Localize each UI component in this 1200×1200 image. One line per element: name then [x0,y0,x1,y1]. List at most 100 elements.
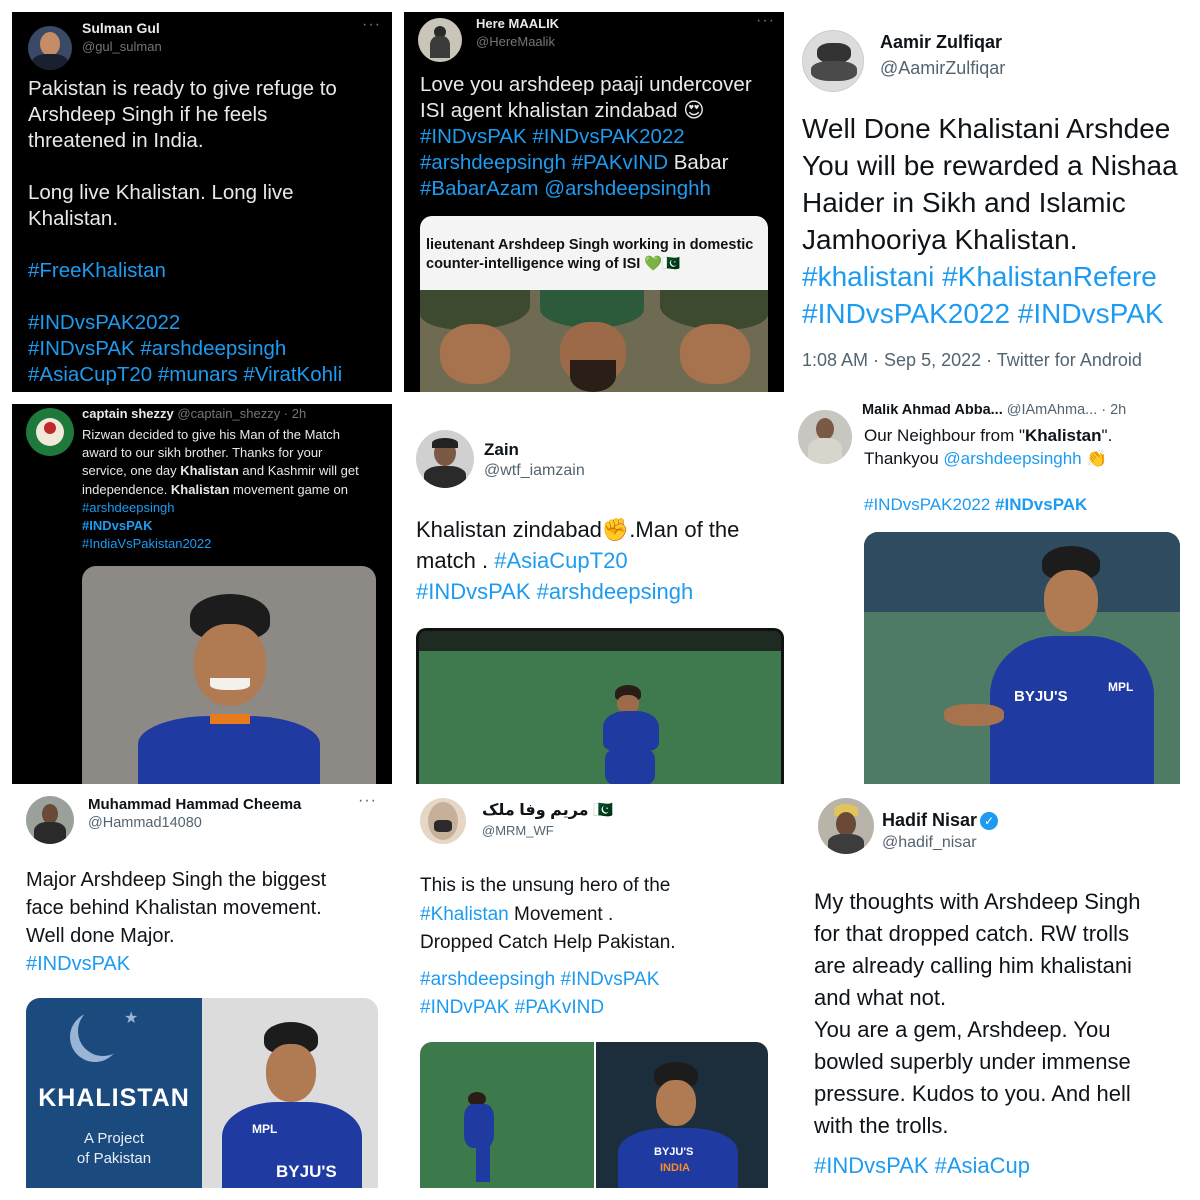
text-fragment: Thankyou [864,449,944,468]
user-handle[interactable]: @AamirZulfiqar [880,58,1005,79]
display-name[interactable]: Hadif Nisar [882,810,977,831]
text-line: This is the unsung hero of the [420,875,671,896]
text-fragment: Khalistan [170,481,230,497]
tweet-mrm-wf: مریم وفا ملک 🇵🇰 @MRM_WF This is the unsu… [404,788,784,1188]
more-options-icon[interactable]: ··· [756,12,775,30]
hashtag-link[interactable]: #INDvsPAK #arshdeepsingh [28,336,388,362]
text-line: Khalistan zindabad✊.Man of the [416,517,740,542]
jersey-sponsor: BYJU'S [276,1162,337,1181]
tweet-text: Well Done Khalistani Arshdee You will be… [802,110,1188,332]
text-line: Major Arshdeep Singh the biggest [26,869,327,891]
text-line: are already calling him khalistani [814,953,1132,978]
avatar[interactable] [420,798,466,844]
user-handle[interactable]: @gul_sulman [82,39,162,54]
more-options-icon[interactable]: ··· [358,792,377,810]
text-fragment: and Kashmir will get [238,463,359,479]
player-photo[interactable] [82,566,376,784]
text-line: You are a gem, Arshdeep. You [814,1017,1111,1042]
text-fragment: Babar [668,151,729,174]
hashtag-link[interactable]: #BabarAzam @arshdeepsinghh [420,176,782,202]
poster-subtitle: of Pakistan [76,1150,152,1167]
hashtag-link[interactable]: #INDvsPAK #INDvsPAK2022 [420,124,782,150]
hashtag-link[interactable]: #INDvsPAK [995,495,1087,514]
timestamp[interactable]: · 2h [1101,404,1126,418]
avatar[interactable] [418,18,462,62]
text-line: Well done Major. [26,925,175,947]
user-handle[interactable]: @IAmAhma... [1007,404,1097,418]
hashtag-link[interactable]: #arshdeepsingh #INDvsPAK [420,966,780,995]
player-photo[interactable]: BYJU'S MPL [864,532,1180,784]
text-fragment: 👏 [1081,449,1108,468]
hashtag-link[interactable]: #INDvsPAK2022 #INDvsPAK [802,295,1188,332]
avatar[interactable] [26,408,74,456]
hashtag-link[interactable]: #arshdeepsingh #PAKvIND [420,151,668,174]
text-line: Khalistan. [28,207,119,230]
hashtag-link[interactable]: #AsiaCupT20 [494,548,627,573]
tweet-sulman-gul: Sulman Gul @gul_sulman ··· Pakistan is r… [12,12,392,392]
text-line: face behind Khalistan movement. [26,897,322,919]
tweet-text: Love you arshdeep paaji undercover ISI a… [420,72,782,202]
match-photo-right[interactable]: BYJU'S INDIA [596,1042,768,1188]
tweet-aamir-zulfiqar: Aamir Zulfiqar @AamirZulfiqar Well Done … [796,12,1188,392]
hashtag-link[interactable]: #IndiaVsPakistan2022 [82,535,388,553]
avatar[interactable] [798,410,852,464]
tweet-hadif-nisar: Hadif Nisar ✓ @hadif_nisar My thoughts w… [796,788,1188,1188]
avatar[interactable] [802,30,864,92]
text-line: with the trolls. [814,1113,949,1138]
text-fragment: Our Neighbour from " [864,426,1025,445]
match-photo[interactable] [416,628,784,784]
user-handle[interactable]: @HereMaalik [476,34,555,49]
hashtag-link[interactable]: #arshdeepsingh [82,499,388,517]
display-name[interactable]: captain shezzy [82,406,174,421]
display-name[interactable]: Here MAALIK [476,16,559,31]
avatar[interactable] [818,798,874,854]
hashtag-link[interactable]: #INDvsPAK [82,517,388,535]
user-handle[interactable]: @wtf_iamzain [484,462,585,480]
mention-link[interactable]: @arshdeepsinghh [943,449,1081,468]
hashtag-link[interactable]: #Khalistan [420,904,509,925]
hashtag-link[interactable]: #khalistani #KhalistanRefere [802,258,1188,295]
meme-caption: lieutenant Arshdeep Singh working in dom… [426,236,766,274]
hashtag-link[interactable]: #INDvsPAK2022 [28,310,388,336]
hashtag-link[interactable]: #INDvsPAK #AsiaCup [814,1150,1186,1182]
user-handle[interactable]: @captain_shezzy · 2h [177,406,306,421]
text-line: Arshdeep Singh if he feels [28,103,268,126]
avatar[interactable] [416,430,474,488]
display-name[interactable]: Sulman Gul [82,20,160,36]
hashtag-link[interactable]: #INDvsPAK #arshdeepsingh [416,576,782,607]
tweet-timestamp[interactable]: 1:08 AM · Sep 5, 2022 · Twitter for Andr… [802,350,1142,371]
text-line: for that dropped catch. RW trolls [814,921,1130,946]
text-line: Haider in Sikh and Islamic [802,187,1126,218]
match-photo-left[interactable] [420,1042,594,1188]
display-name[interactable]: Malik Ahmad Abba... [862,404,1003,418]
text-fragment: ". [1101,426,1113,445]
jersey-country: INDIA [660,1162,690,1174]
display-name[interactable]: مریم وفا ملک 🇵🇰 [482,800,613,820]
verified-badge-icon: ✓ [980,812,998,830]
hashtag-link[interactable]: #FreeKhalistan [28,258,388,284]
meme-image[interactable]: lieutenant Arshdeep Singh working in dom… [420,216,768,392]
hashtag-link[interactable]: #INDvPAK #PAKvIND [420,994,780,1023]
display-name[interactable]: Zain [484,440,519,460]
hashtag-link[interactable]: #INDvsPAK2022 [864,495,990,514]
meme-photo [420,290,768,392]
more-options-icon[interactable]: ··· [362,16,381,34]
avatar[interactable] [26,796,74,844]
star-icon: ★ [124,1010,139,1027]
tweet-text: Major Arshdeep Singh the biggest face be… [26,866,388,978]
user-handle[interactable]: @hadif_nisar [882,834,977,852]
avatar[interactable] [28,26,72,70]
poster-image[interactable]: ★ KHALISTAN A Project of Pakistan MPL BY… [26,998,378,1188]
hashtag-link[interactable]: #INDvsPAK [26,950,388,978]
tweet-zain: Zain @wtf_iamzain Khalistan zindabad✊.Ma… [404,404,784,784]
hashtag-link[interactable]: #AsiaCupT20 #munars #ViratKohli [28,362,388,388]
poster-title: KHALISTAN [38,1084,190,1112]
display-name[interactable]: Muhammad Hammad Cheema [88,796,301,813]
text-fragment: Khalistan [180,463,239,479]
user-handle[interactable]: @MRM_WF [482,823,554,838]
display-name[interactable]: Aamir Zulfiqar [880,32,1002,53]
text-line: ISI agent khalistan zindabad 😍 [420,99,705,122]
jersey-sponsor: BYJU'S [1014,688,1068,705]
meme-caption-line: lieutenant Arshdeep Singh working in dom… [426,237,754,253]
user-handle[interactable]: @Hammad14080 [88,815,202,831]
